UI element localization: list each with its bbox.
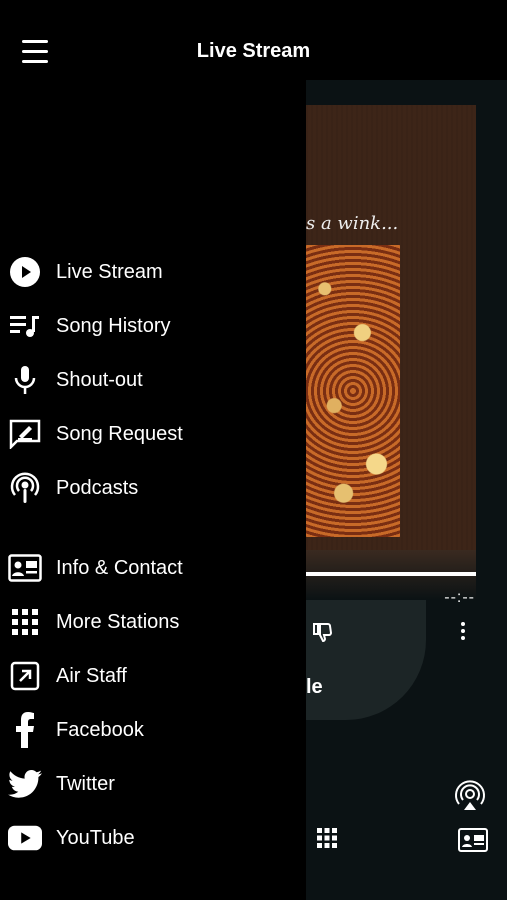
- navigation-drawer: Live Stream Song History Shout-out Song …: [0, 80, 306, 900]
- song-info-card: [306, 600, 426, 720]
- menu-item-info-contact[interactable]: Info & Contact: [0, 546, 306, 590]
- more-stations-icon[interactable]: [317, 828, 337, 848]
- menu-item-air-staff[interactable]: Air Staff: [0, 654, 306, 698]
- progress-bar[interactable]: [306, 572, 476, 576]
- menu-item-live-stream[interactable]: Live Stream: [0, 250, 306, 294]
- thumbs-down-icon[interactable]: [310, 620, 336, 644]
- menu-item-label: Song Request: [56, 423, 183, 445]
- album-art: s a wink...: [306, 105, 476, 550]
- menu-item-label: Twitter: [56, 773, 115, 795]
- menu-item-facebook[interactable]: Facebook: [0, 708, 306, 752]
- album-art-photo: [306, 245, 400, 537]
- menu-item-label: Live Stream: [56, 261, 163, 283]
- external-link-icon: [8, 660, 42, 692]
- menu-item-more-stations[interactable]: More Stations: [0, 600, 306, 644]
- menu-item-label: Shout-out: [56, 369, 143, 391]
- menu-item-label: Facebook: [56, 719, 144, 741]
- podcast-icon: [8, 472, 42, 504]
- contact-card-icon[interactable]: [458, 828, 488, 852]
- menu-item-shout-out[interactable]: Shout-out: [0, 358, 306, 402]
- menu-item-label: Air Staff: [56, 665, 127, 687]
- menu-item-twitter[interactable]: Twitter: [0, 762, 306, 806]
- time-remaining: --:--: [444, 589, 475, 606]
- airplay-icon[interactable]: [454, 780, 486, 812]
- contact-card-icon: [8, 552, 42, 584]
- playlist-icon: [8, 310, 42, 342]
- facebook-icon: [8, 712, 42, 748]
- song-title: le: [306, 676, 323, 698]
- menu-item-label: YouTube: [56, 827, 135, 849]
- page-title: Live Stream: [196, 40, 311, 62]
- more-options-icon[interactable]: [461, 622, 467, 642]
- top-bar: Live Stream: [0, 0, 507, 80]
- menu-item-label: Song History: [56, 315, 171, 337]
- menu-item-song-request[interactable]: Song Request: [0, 412, 306, 456]
- request-edit-icon: [8, 418, 42, 450]
- twitter-icon: [8, 768, 42, 800]
- menu-item-label: Info & Contact: [56, 557, 183, 579]
- player-view: s a wink... --:-- le: [306, 80, 507, 900]
- menu-item-youtube[interactable]: YouTube: [0, 816, 306, 860]
- menu-item-podcasts[interactable]: Podcasts: [0, 466, 306, 510]
- youtube-icon: [8, 822, 42, 854]
- album-art-text: s a wink...: [306, 213, 399, 234]
- grid-icon: [8, 606, 42, 638]
- menu-item-song-history[interactable]: Song History: [0, 304, 306, 348]
- menu-item-label: Podcasts: [56, 477, 139, 499]
- menu-item-label: More Stations: [56, 611, 180, 633]
- play-circle-icon: [8, 256, 42, 288]
- microphone-icon: [8, 364, 42, 396]
